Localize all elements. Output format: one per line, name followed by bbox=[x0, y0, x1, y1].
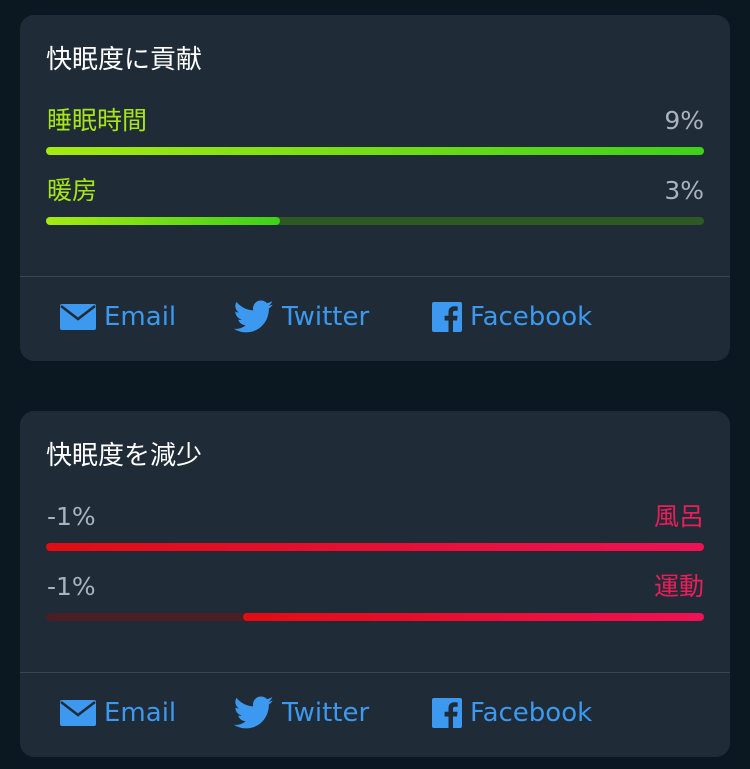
share-email-button[interactable]: Email bbox=[60, 297, 176, 337]
factor-row-heating: 暖房 3% bbox=[46, 175, 704, 235]
progress-fill bbox=[46, 543, 704, 551]
factor-row-exercise: -1% 運動 bbox=[46, 571, 704, 631]
factor-name: 運動 bbox=[653, 572, 704, 601]
progress-track bbox=[46, 147, 704, 155]
share-email-button[interactable]: Email bbox=[60, 693, 176, 733]
facebook-f-icon bbox=[432, 698, 462, 728]
progress-track bbox=[46, 543, 704, 551]
envelope-icon bbox=[60, 304, 96, 330]
share-twitter-label: Twitter bbox=[282, 698, 370, 728]
factor-percent: 9% bbox=[664, 106, 704, 135]
factor-percent: -1% bbox=[47, 572, 96, 601]
progress-fill bbox=[46, 147, 704, 155]
envelope-icon bbox=[60, 700, 96, 726]
share-email-label: Email bbox=[104, 698, 177, 728]
divider bbox=[20, 276, 730, 277]
share-twitter-button[interactable]: Twitter bbox=[234, 297, 369, 337]
share-facebook-label: Facebook bbox=[470, 698, 593, 728]
factor-name: 暖房 bbox=[47, 176, 98, 205]
card-title: 快眠度を減少 bbox=[46, 441, 203, 471]
divider bbox=[20, 672, 730, 673]
share-email-label: Email bbox=[104, 302, 177, 332]
share-facebook-button[interactable]: Facebook bbox=[432, 297, 592, 337]
twitter-bird-icon bbox=[234, 696, 274, 730]
factor-percent: 3% bbox=[664, 176, 704, 205]
factor-row-sleep-time: 睡眠時間 9% bbox=[46, 105, 704, 165]
progress-fill bbox=[46, 217, 280, 225]
factor-name: 風呂 bbox=[653, 502, 704, 531]
share-facebook-button[interactable]: Facebook bbox=[432, 693, 592, 733]
progress-track bbox=[46, 613, 704, 621]
progress-fill bbox=[243, 613, 704, 621]
factor-row-bath: -1% 風呂 bbox=[46, 501, 704, 561]
contribution-card: 快眠度に貢献 睡眠時間 9% 暖房 3% Email Twitter Faceb… bbox=[20, 15, 730, 361]
factor-percent: -1% bbox=[47, 502, 96, 531]
factor-name: 睡眠時間 bbox=[47, 106, 148, 135]
progress-track bbox=[46, 217, 704, 225]
reduction-card: 快眠度を減少 -1% 風呂 -1% 運動 Email Twitter Faceb… bbox=[20, 411, 730, 757]
share-twitter-label: Twitter bbox=[282, 302, 370, 332]
share-twitter-button[interactable]: Twitter bbox=[234, 693, 369, 733]
card-title: 快眠度に貢献 bbox=[46, 45, 203, 75]
share-facebook-label: Facebook bbox=[470, 302, 593, 332]
twitter-bird-icon bbox=[234, 300, 274, 334]
facebook-f-icon bbox=[432, 302, 462, 332]
